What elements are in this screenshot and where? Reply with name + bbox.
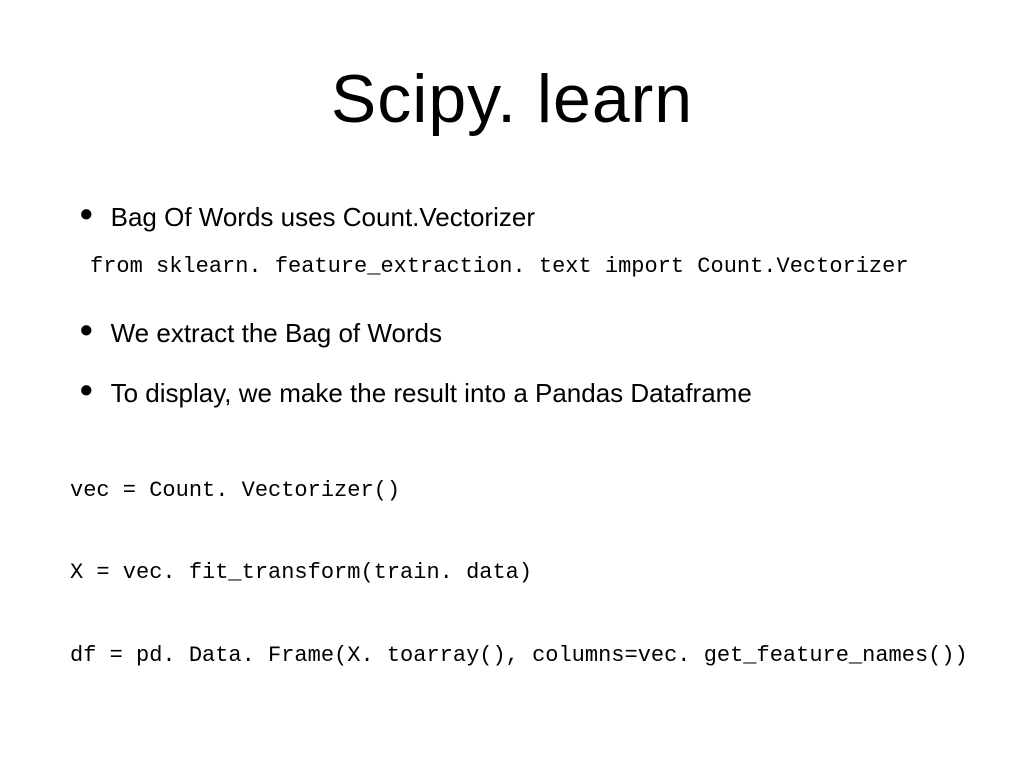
bullet-item-3: • To display, we make the result into a … bbox=[70, 369, 954, 411]
code-import-line: from sklearn. feature_extraction. text i… bbox=[90, 253, 954, 281]
code-block: vec = Count. Vectorizer() X = vec. fit_t… bbox=[70, 422, 954, 725]
bullet-dot-icon: • bbox=[80, 372, 93, 408]
code-line-1: vec = Count. Vectorizer() bbox=[70, 477, 954, 505]
bullet-text-2: We extract the Bag of Words bbox=[111, 309, 442, 351]
slide-title: Scipy. learn bbox=[70, 60, 954, 138]
bullet-item-2: • We extract the Bag of Words bbox=[70, 309, 954, 351]
slide-container: Scipy. learn • Bag Of Words uses Count.V… bbox=[0, 0, 1024, 768]
bullet-text-3: To display, we make the result into a Pa… bbox=[111, 369, 752, 411]
bullet-text-1: Bag Of Words uses Count.Vectorizer bbox=[111, 193, 535, 235]
bullet-dot-icon: • bbox=[80, 312, 93, 348]
bullet-dot-icon: • bbox=[80, 196, 93, 232]
code-line-3: df = pd. Data. Frame(X. toarray(), colum… bbox=[70, 642, 954, 670]
code-line-2: X = vec. fit_transform(train. data) bbox=[70, 559, 954, 587]
bullet-item-1: • Bag Of Words uses Count.Vectorizer bbox=[70, 193, 954, 235]
